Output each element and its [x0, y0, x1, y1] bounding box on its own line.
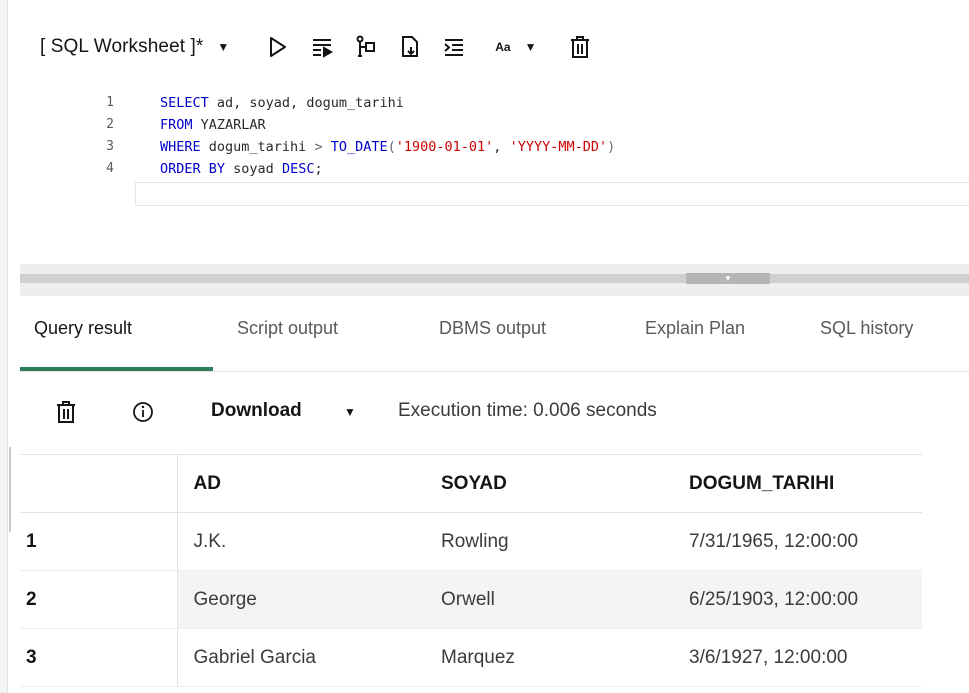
info-icon[interactable]: [131, 400, 155, 424]
result-toolbar: Download ▼ Execution time: 0.006 seconds: [20, 390, 969, 434]
table-row[interactable]: 1 J.K. Rowling 7/31/1965, 12:00:00: [20, 512, 922, 571]
resize-handle[interactable]: [9, 447, 11, 532]
editor-line[interactable]: 4 ORDER BY soyad DESC;: [20, 158, 969, 180]
result-tabs: Query result Script output DBMS output E…: [20, 310, 969, 372]
code-text[interactable]: WHERE dogum_tarihi > TO_DATE('1900-01-01…: [160, 136, 615, 158]
tab-query-result[interactable]: Query result: [34, 318, 132, 339]
code-text[interactable]: SELECT ad, soyad, dogum_tarihi: [160, 92, 404, 114]
tab-dbms-output[interactable]: DBMS output: [439, 318, 546, 339]
sql-editor[interactable]: 1 SELECT ad, soyad, dogum_tarihi 2 FROM …: [20, 92, 969, 264]
tab-explain-plan[interactable]: Explain Plan: [645, 318, 745, 339]
cell-soyad[interactable]: Orwell: [425, 570, 673, 629]
cell-dogum-tarihi[interactable]: 6/25/1903, 12:00:00: [673, 570, 922, 629]
format-icon[interactable]: [441, 34, 467, 60]
table-row[interactable]: 2 George Orwell 6/25/1903, 12:00:00: [20, 570, 922, 629]
column-header-dogum-tarihi[interactable]: DOGUM_TARIHI: [673, 454, 922, 513]
cell-ad[interactable]: George: [177, 570, 425, 629]
cell-soyad[interactable]: Rowling: [425, 512, 673, 571]
row-number-header: [20, 454, 178, 513]
save-file-icon[interactable]: [397, 34, 423, 60]
tab-script-output[interactable]: Script output: [237, 318, 338, 339]
explain-plan-icon[interactable]: [353, 34, 379, 60]
delete-icon[interactable]: [54, 400, 78, 424]
cell-dogum-tarihi[interactable]: 7/31/1965, 12:00:00: [673, 512, 922, 571]
editor-line[interactable]: 3 WHERE dogum_tarihi > TO_DATE('1900-01-…: [20, 136, 969, 158]
cell-ad[interactable]: J.K.: [177, 512, 425, 571]
collapse-arrow-icon: ▼: [724, 273, 732, 283]
left-gutter: [0, 0, 11, 693]
editor-line[interactable]: 1 SELECT ad, soyad, dogum_tarihi: [20, 92, 969, 114]
current-line-highlight: [135, 182, 969, 206]
font-size-chevron-down-icon[interactable]: ▼: [525, 31, 537, 63]
row-number: 2: [20, 570, 178, 629]
line-number: 2: [106, 117, 114, 132]
cell-ad[interactable]: Gabriel Garcia: [177, 628, 425, 687]
line-number: 1: [106, 95, 114, 110]
splitter-handle[interactable]: ▼: [686, 273, 770, 284]
execution-time: Execution time: 0.006 seconds: [398, 400, 657, 421]
tab-sql-history[interactable]: SQL history: [820, 318, 913, 339]
cell-soyad[interactable]: Marquez: [425, 628, 673, 687]
worksheet-menu-chevron-down-icon[interactable]: ▼: [217, 31, 229, 63]
cell-dogum-tarihi[interactable]: 3/6/1927, 12:00:00: [673, 628, 922, 687]
splitter-bar[interactable]: [20, 274, 969, 283]
table-header-row: AD SOYAD DOGUM_TARIHI: [20, 454, 922, 513]
clear-icon[interactable]: [567, 34, 593, 60]
line-number: 3: [106, 139, 114, 154]
run-script-icon[interactable]: [309, 34, 335, 60]
row-number: 3: [20, 628, 178, 687]
table-row[interactable]: 3 Gabriel Garcia Marquez 3/6/1927, 12:00…: [20, 628, 922, 687]
row-number: 1: [20, 512, 178, 571]
code-text[interactable]: FROM YAZARLAR: [160, 114, 266, 136]
code-text[interactable]: ORDER BY soyad DESC;: [160, 158, 323, 180]
line-number: 4: [106, 161, 114, 176]
font-size-button[interactable]: Aa: [495, 31, 510, 63]
download-chevron-down-icon[interactable]: ▼: [344, 405, 356, 419]
results-table: AD SOYAD DOGUM_TARIHI 1 J.K. Rowling 7/3…: [20, 454, 922, 687]
worksheet-toolbar: [ SQL Worksheet ]* ▼ Aa ▼: [40, 28, 593, 66]
pane-splitter[interactable]: ▼: [20, 264, 969, 296]
column-header-ad[interactable]: AD: [177, 454, 425, 513]
run-statement-icon[interactable]: [265, 34, 291, 60]
worksheet-title[interactable]: [ SQL Worksheet ]*: [40, 36, 203, 58]
column-header-soyad[interactable]: SOYAD: [425, 454, 673, 513]
active-tab-indicator: [20, 367, 213, 371]
editor-line[interactable]: 2 FROM YAZARLAR: [20, 114, 969, 136]
download-button[interactable]: Download: [211, 400, 302, 422]
